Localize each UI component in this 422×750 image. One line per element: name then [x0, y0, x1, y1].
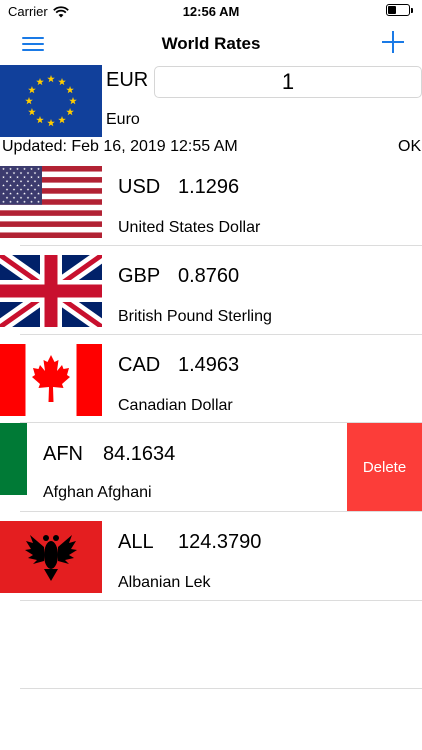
status-bar: Carrier 12:56 AM [0, 0, 422, 24]
canada-flag-icon [0, 344, 102, 416]
row-separator [20, 511, 422, 512]
add-currency-button[interactable] [382, 31, 404, 53]
battery-icon [386, 4, 413, 16]
status-time: 12:56 AM [182, 4, 240, 19]
exchange-rate: 124.3790 [178, 531, 262, 553]
currency-code: CAD [118, 354, 161, 376]
currency-name: Afghan Afghani [43, 484, 152, 501]
row-separator [20, 334, 422, 335]
base-currency: EUR Euro [0, 65, 422, 137]
currency-name: Albanian Lek [118, 574, 211, 591]
navigation-bar: World Rates [0, 24, 422, 64]
row-separator [20, 688, 422, 689]
eu-flag-icon [0, 65, 102, 137]
row-separator [20, 245, 422, 246]
battery-level [388, 6, 396, 14]
delete-button[interactable]: Delete [347, 423, 422, 511]
currency-code: AFN [43, 443, 83, 465]
currency-name: British Pound Sterling [118, 308, 272, 325]
rate-row-all[interactable]: ALL 124.3790 Albanian Lek [0, 521, 422, 609]
exchange-rate: 0.8760 [178, 265, 240, 287]
page-title: World Rates [161, 34, 261, 53]
currency-name: Canadian Dollar [118, 397, 233, 414]
exchange-rate: 1.1296 [178, 176, 240, 198]
currency-code: GBP [118, 265, 161, 287]
currency-code: USD [118, 176, 161, 198]
rate-row-cad[interactable]: CAD 1.4963 Canadian Dollar [0, 344, 422, 432]
exchange-rate: 1.4963 [178, 354, 240, 376]
updated-timestamp: Updated: Feb 16, 2019 12:55 AM [2, 138, 238, 155]
rate-row-afn[interactable]: AFN 84.1634 Afghan Afghani Delete [0, 423, 422, 511]
uk-flag-icon [0, 255, 102, 327]
plus-icon [392, 31, 394, 53]
ok-status: OK [398, 138, 422, 155]
amount-input[interactable] [154, 66, 422, 98]
currency-code: ALL [118, 531, 154, 553]
rate-row-gbp[interactable]: GBP 0.8760 British Pound Sterling [0, 255, 422, 343]
us-flag-icon [0, 166, 102, 238]
row-separator [20, 600, 422, 601]
exchange-rate: 84.1634 [103, 443, 176, 465]
currency-name: United States Dollar [118, 219, 261, 236]
albania-flag-icon [0, 521, 102, 593]
afghanistan-flag-icon [0, 423, 27, 495]
base-currency-name: Euro [106, 111, 140, 128]
base-currency-code: EUR [106, 69, 149, 91]
rate-row-usd[interactable]: USD 1.1296 United States Dollar [0, 166, 422, 254]
